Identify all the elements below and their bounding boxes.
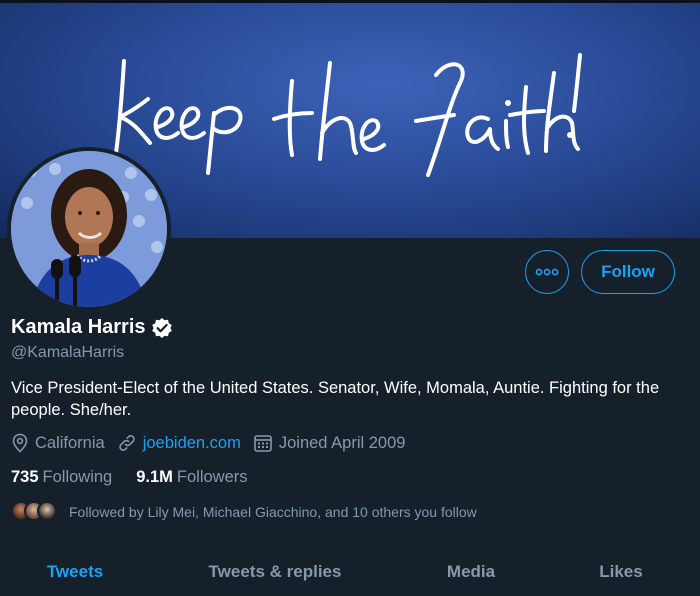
following-count: 735 [11,468,39,486]
link-icon [118,435,135,451]
follower-avatar [37,501,57,521]
followed-by-row[interactable]: Followed by Lily Mei, Michael Giacchino,… [11,501,477,523]
location-text: California [35,433,105,452]
followers-stat[interactable]: 9.1M Followers [136,468,247,487]
tab-media[interactable]: Media [400,548,542,596]
website-link[interactable]: joebiden.com [143,434,241,453]
profile-meta-row: California joebiden.com Joined April 200… [11,433,417,453]
location-pin-icon [12,433,28,453]
profile-tabs: Tweets Tweets & replies Media Likes [0,548,700,596]
profile-stats-row: 735 Following 9.1M Followers [11,468,272,487]
profile-handle: @KamalaHarris [11,344,125,361]
more-options-button[interactable] [525,250,569,294]
followers-label: Followers [176,468,248,486]
profile-name-row: Kamala Harris [11,316,173,339]
location-item: California [11,433,105,453]
joined-text: Joined April 2009 [278,433,406,452]
verified-badge-icon [151,317,173,339]
tab-likes[interactable]: Likes [542,548,700,596]
avatar[interactable] [7,147,171,311]
display-name: Kamala Harris [11,316,146,338]
follow-button[interactable]: Follow [581,250,675,294]
more-icon [535,268,559,276]
avatar-photo [11,151,167,307]
following-stat[interactable]: 735 Following [11,468,112,487]
tab-tweets-and-replies[interactable]: Tweets & replies [150,548,400,596]
followers-count: 9.1M [136,468,173,486]
joined-item: Joined April 2009 [253,433,406,453]
calendar-icon [254,435,272,452]
tab-tweets[interactable]: Tweets [0,548,150,596]
profile-bio: Vice President-Elect of the United State… [11,379,660,419]
follower-avatars [11,501,59,523]
following-label: Following [42,468,113,486]
followed-by-text: Followed by Lily Mei, Michael Giacchino,… [69,504,477,520]
website-item[interactable]: joebiden.com [117,433,241,453]
